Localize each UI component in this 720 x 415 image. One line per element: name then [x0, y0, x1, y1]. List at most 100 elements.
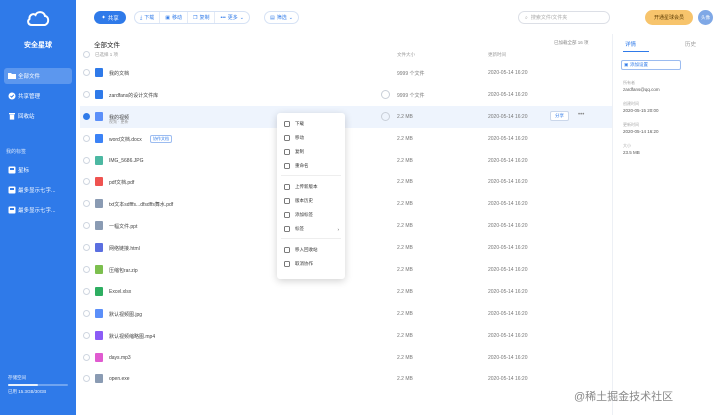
- file-name[interactable]: 我的文档: [109, 70, 129, 77]
- table-row[interactable]: open.exe 2.2 MB 2020-05-14 16:20: [80, 368, 612, 390]
- context-menu-item[interactable]: 重命名: [277, 160, 345, 172]
- item-count: 已加载全部 16 项: [554, 40, 589, 45]
- table-row[interactable]: 一幅文件.ppt 2.2 MB 2020-05-14 16:20: [80, 215, 612, 237]
- file-name[interactable]: Excel.xlsx: [109, 289, 131, 295]
- sidebar-tag-2[interactable]: 最多显示七字...: [4, 202, 72, 218]
- file-name[interactable]: days.mp3: [109, 355, 131, 361]
- sidebar-item-share-management[interactable]: 共享管理: [4, 88, 72, 104]
- context-menu-item[interactable]: 下载: [277, 118, 345, 130]
- table-row[interactable]: IMG_5686.JPG 2.2 MB 2020-05-14 16:20: [80, 150, 612, 172]
- share-button[interactable]: ✦ 共享: [94, 11, 126, 24]
- search-input[interactable]: ⌕ 搜索文件/文件夹: [518, 11, 610, 24]
- table-row[interactable]: 我的视频 视频 · 更新 2.2 MB 2020-05-14 16:20 分享 •••: [80, 105, 612, 128]
- file-name[interactable]: 默认视频缩略图.mp4: [109, 333, 155, 340]
- row-checkbox[interactable]: [83, 156, 90, 164]
- file-name[interactable]: zardfans的设计文件库: [109, 92, 158, 99]
- file-size: 2.2 MB: [397, 157, 413, 164]
- file-name[interactable]: 网络链接.html: [109, 245, 140, 252]
- file-name[interactable]: open.exe: [109, 376, 130, 382]
- context-menu-item[interactable]: 标签 ›: [277, 223, 345, 235]
- row-checkbox[interactable]: [83, 353, 90, 361]
- select-all-checkbox[interactable]: [83, 51, 90, 58]
- row-checkbox[interactable]: [83, 69, 90, 76]
- row-checkbox[interactable]: [83, 309, 90, 317]
- row-checkbox[interactable]: [83, 375, 90, 383]
- copy-button[interactable]: ❐ 复制: [186, 12, 215, 23]
- context-menu-item[interactable]: 移动: [277, 132, 345, 144]
- context-menu-item[interactable]: 上传新版本: [277, 181, 345, 193]
- context-menu-label: 取消协作: [295, 261, 313, 266]
- tab-details[interactable]: 详情: [625, 40, 636, 48]
- folder-icon: [8, 73, 16, 79]
- context-menu-label: 添加标签: [295, 212, 313, 217]
- row-checkbox[interactable]: [83, 134, 90, 142]
- sidebar-tag-star[interactable]: 星标: [4, 162, 72, 178]
- vip-upgrade-button[interactable]: 开通星球会员: [645, 10, 693, 25]
- video-icon: [95, 330, 103, 340]
- table-row[interactable]: 默认视频图.jpg 2.2 MB 2020-05-14 16:20: [80, 303, 612, 325]
- context-menu-item[interactable]: 添加标签: [277, 209, 345, 221]
- row-checkbox[interactable]: [83, 331, 90, 339]
- file-tag-badge: 协作文档: [150, 134, 172, 143]
- column-name-header[interactable]: 已选择 1 项: [95, 52, 118, 58]
- file-name[interactable]: pdf文档.pdf: [109, 179, 134, 186]
- sidebar-item-recycle-bin[interactable]: 回收站: [4, 108, 72, 124]
- table-row[interactable]: 默认视频缩略图.mp4 2.2 MB 2020-05-14 16:20: [80, 325, 612, 347]
- row-checkbox[interactable]: [83, 287, 90, 295]
- file-name[interactable]: 默认视频图.jpg: [109, 311, 142, 318]
- storage-indicator: 存储空间 已用 15.3GB/30GB: [8, 375, 68, 395]
- row-checkbox[interactable]: [83, 90, 90, 98]
- share-button-label: 共享: [107, 15, 119, 22]
- table-row[interactable]: pdf文档.pdf 2.2 MB 2020-05-14 16:20: [80, 171, 612, 193]
- file-date: 2020-05-14 16:20: [488, 91, 528, 98]
- file-date: 2020-05-14 16:20: [488, 288, 528, 295]
- table-row[interactable]: zardfans的设计文件库 9999 个文件 2020-05-14 16:20: [80, 84, 612, 106]
- row-checkbox[interactable]: [83, 244, 90, 252]
- context-menu-item[interactable]: 取消协作: [277, 258, 345, 270]
- file-name[interactable]: txt文本sdfffs...dfsdffs舞水.pdf: [109, 201, 173, 208]
- context-menu-item[interactable]: 移入回收站: [277, 244, 345, 256]
- row-checkbox[interactable]: [83, 200, 90, 208]
- file-name[interactable]: 压缩包rar.zip: [109, 267, 138, 274]
- table-row[interactable]: 网络链接.html 2.2 MB 2020-05-14 16:20: [80, 237, 612, 259]
- table-row[interactable]: days.mp3 2.2 MB 2020-05-14 16:20: [80, 347, 612, 369]
- table-row[interactable]: txt文本sdfffs...dfsdffs舞水.pdf 2.2 MB 2020-05…: [80, 193, 612, 215]
- row-more-button[interactable]: •••: [578, 112, 584, 118]
- row-checkbox[interactable]: [83, 178, 90, 186]
- row-checkbox[interactable]: [83, 112, 90, 120]
- share-icon: [8, 92, 16, 100]
- context-menu-label: 移入回收站: [295, 247, 318, 252]
- file-date: 2020-05-14 16:20: [488, 267, 528, 274]
- avatar[interactable]: 头像: [698, 10, 713, 25]
- add-setting-button[interactable]: ▣ 添加设置: [621, 60, 681, 70]
- sidebar-tag-1[interactable]: 最多显示七字...: [4, 182, 72, 198]
- table-row[interactable]: 我的文档 9999 个文件 2020-05-14 16:20: [80, 62, 612, 84]
- file-size: 2.2 MB: [397, 223, 413, 230]
- row-share-button[interactable]: 分享: [550, 110, 569, 121]
- row-checkbox[interactable]: [83, 222, 90, 230]
- table-row[interactable]: 压缩包rar.zip 2.2 MB 2020-05-14 16:20: [80, 259, 612, 281]
- file-name[interactable]: IMG_5686.JPG: [109, 158, 143, 164]
- move-button[interactable]: ▣ 移动: [159, 12, 187, 23]
- download-button[interactable]: ⤓ 下载: [135, 12, 159, 23]
- column-size-header[interactable]: 文件大小: [397, 52, 415, 58]
- shared-status-icon: [381, 111, 390, 121]
- context-menu-item[interactable]: 复制: [277, 146, 345, 158]
- file-name[interactable]: 一幅文件.ppt: [109, 223, 137, 230]
- tab-history[interactable]: 历史: [685, 40, 696, 48]
- file-name[interactable]: word文档.docx: [109, 136, 142, 143]
- move-icon: ▣: [165, 14, 170, 21]
- context-menu-item[interactable]: 版本历史: [277, 195, 345, 207]
- table-row[interactable]: Excel.xlsx 2.2 MB 2020-05-14 16:20: [80, 281, 612, 303]
- sidebar-item-all-files[interactable]: 全部文件: [4, 68, 72, 84]
- shared-status-icon: [381, 89, 390, 99]
- word-icon: [95, 133, 103, 143]
- row-checkbox[interactable]: [83, 266, 90, 274]
- table-row[interactable]: word文档.docx 协作文档 2.2 MB 2020-05-14 16:20: [80, 128, 612, 150]
- action-button-group: ⤓ 下载 ▣ 移动 ❐ 复制 ••• 更多 ⌄: [134, 11, 250, 24]
- more-button[interactable]: ••• 更多 ⌄: [214, 12, 248, 23]
- filter-button[interactable]: ▤ 筛选 ⌄: [265, 12, 298, 23]
- rename-icon: [284, 163, 290, 169]
- file-date: 2020-05-14 16:20: [488, 310, 528, 317]
- column-date-header[interactable]: 更新时间: [488, 52, 506, 58]
